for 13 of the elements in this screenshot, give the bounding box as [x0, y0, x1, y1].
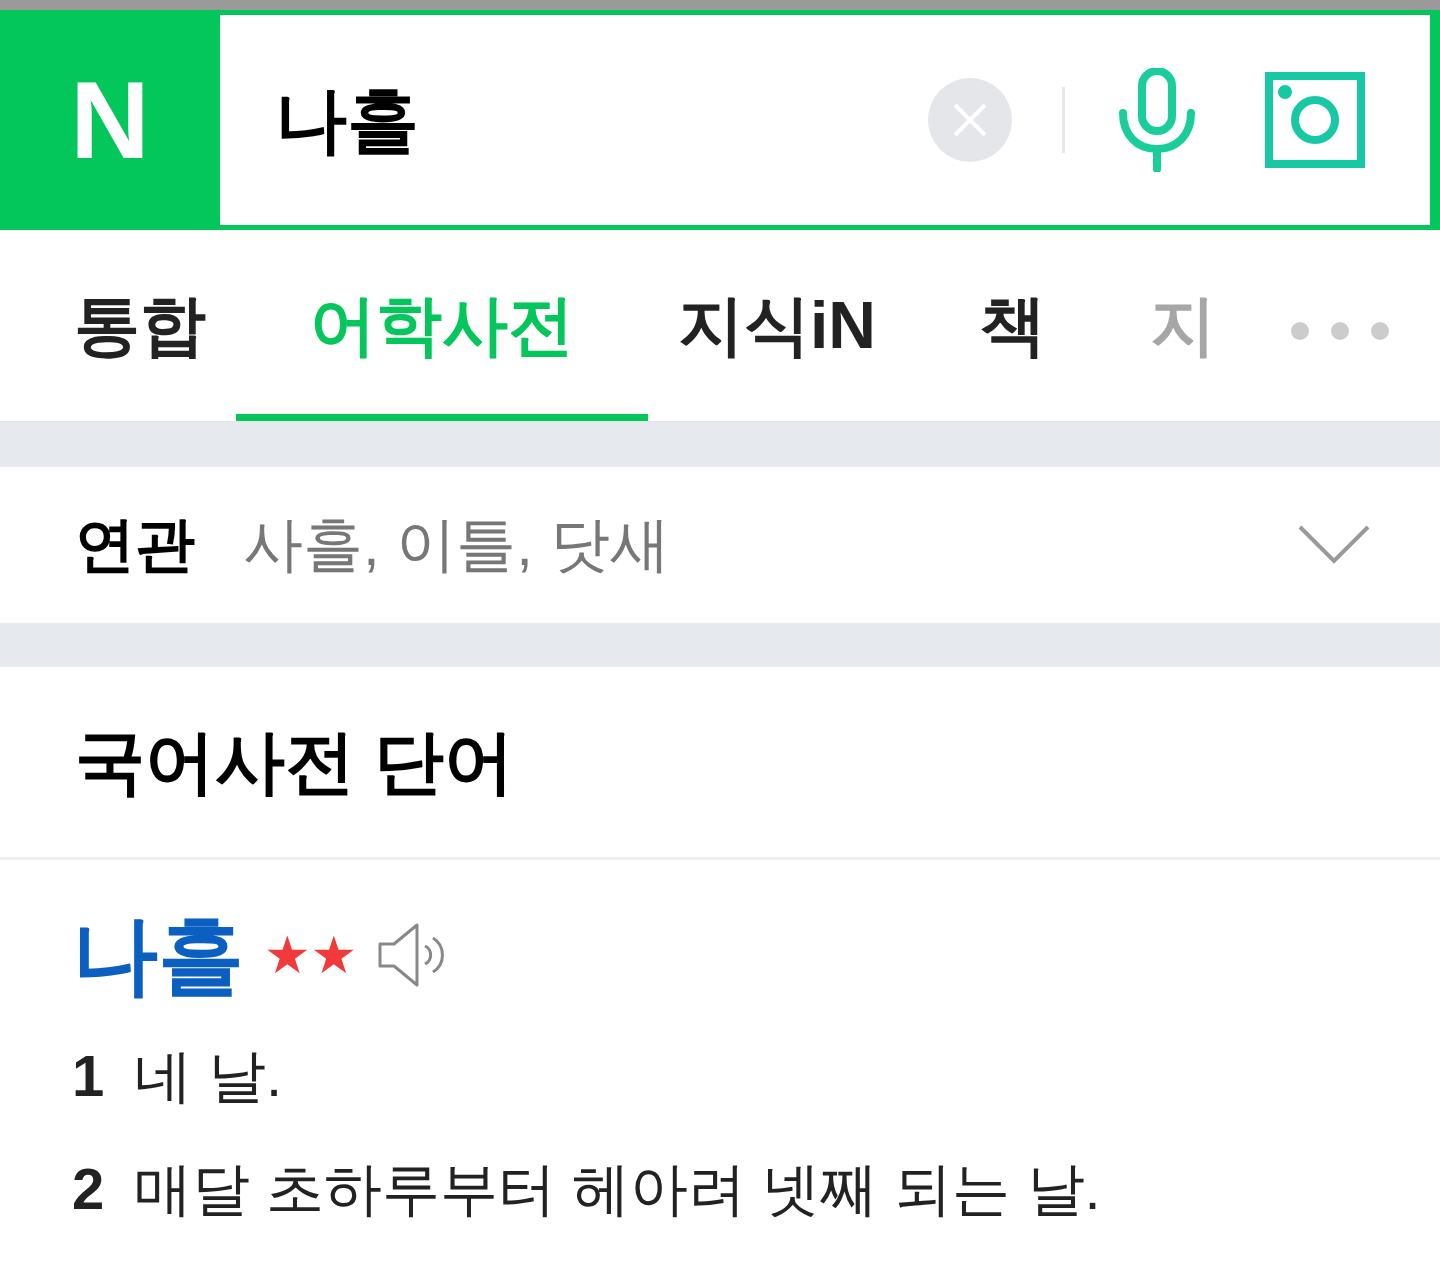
- search-value: 나흘: [275, 79, 420, 162]
- section-title: 국어사전 단어: [75, 721, 515, 803]
- related-label: 연관: [75, 510, 195, 580]
- related-terms[interactable]: 사흘, 이틀, 닷새: [243, 500, 1298, 590]
- definition-number: 1: [72, 1042, 106, 1110]
- definition-text: 네 날.: [134, 1042, 283, 1110]
- entry-word[interactable]: 나흘: [72, 912, 244, 998]
- importance-stars: ★★: [264, 929, 358, 981]
- chevron-down-icon[interactable]: [1298, 525, 1370, 565]
- definition-number: 2: [72, 1155, 106, 1223]
- definition-text: 매달 초하루부터 헤아려 넷째 되는 날.: [134, 1155, 1101, 1223]
- close-icon: [952, 102, 988, 138]
- camera-lens-icon[interactable]: [1265, 72, 1365, 168]
